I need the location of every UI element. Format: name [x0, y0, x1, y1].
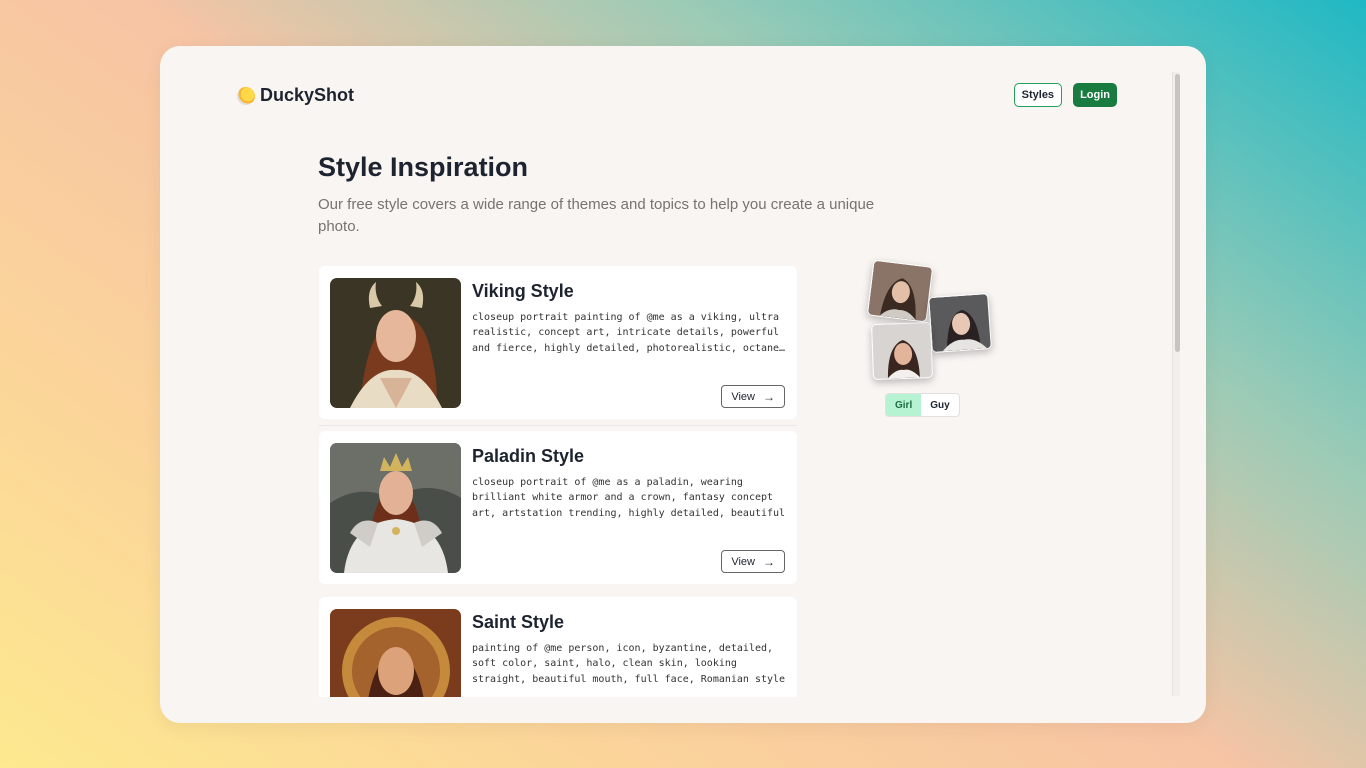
sample-photo-3 [871, 321, 933, 381]
style-name: Viking Style [472, 281, 574, 301]
logo[interactable]: DuckyShot [237, 85, 354, 106]
app-window: DuckyShot Styles Login Style Inspiration… [160, 46, 1206, 723]
page-title: Style Inspiration [318, 152, 529, 182]
view-button[interactable]: View → [721, 550, 785, 573]
top-nav: Styles Login [1013, 83, 1117, 107]
style-card-paladin[interactable]: Paladin Style closeup portrait of @me as… [319, 431, 797, 584]
view-button[interactable]: View → [721, 385, 785, 408]
style-prompt: closeup portrait painting of @me as a vi… [472, 312, 780, 354]
toggle-option-guy[interactable]: Guy [921, 394, 958, 416]
style-list: Viking Style closeup portrait painting o… [319, 266, 797, 697]
login-button[interactable]: Login [1073, 83, 1117, 107]
style-card-viking[interactable]: Viking Style closeup portrait painting o… [319, 266, 797, 419]
gender-toggle: Girl Guy [885, 393, 960, 417]
arrow-right-icon: → [763, 554, 775, 569]
view-label: View [731, 390, 755, 403]
style-thumbnail-viking [330, 278, 461, 408]
style-prompt: painting of @me person, icon, byzantine,… [472, 643, 786, 685]
sample-photo-1 [866, 259, 934, 323]
style-name: Paladin Style [472, 446, 585, 466]
scrollbar[interactable] [1172, 72, 1180, 696]
divider [319, 425, 797, 426]
page-subtitle: Our free style covers a wide range of th… [318, 196, 875, 235]
sample-photo-2 [928, 292, 992, 354]
logo-text: DuckyShot [260, 85, 355, 105]
style-thumbnail-saint [330, 609, 461, 697]
arrow-right-icon: → [763, 389, 775, 404]
duck-icon [237, 86, 255, 105]
view-label: View [731, 555, 755, 568]
style-thumbnail-paladin [330, 443, 461, 573]
style-card-saint[interactable]: Saint Style painting of @me person, icon… [319, 597, 797, 697]
toggle-option-girl[interactable]: Girl [886, 394, 922, 416]
style-name: Saint Style [472, 612, 565, 632]
styles-button[interactable]: Styles [1013, 83, 1063, 107]
style-prompt: closeup portrait of @me as a paladin, we… [472, 477, 786, 519]
scrollbar-thumb[interactable] [1175, 74, 1180, 352]
